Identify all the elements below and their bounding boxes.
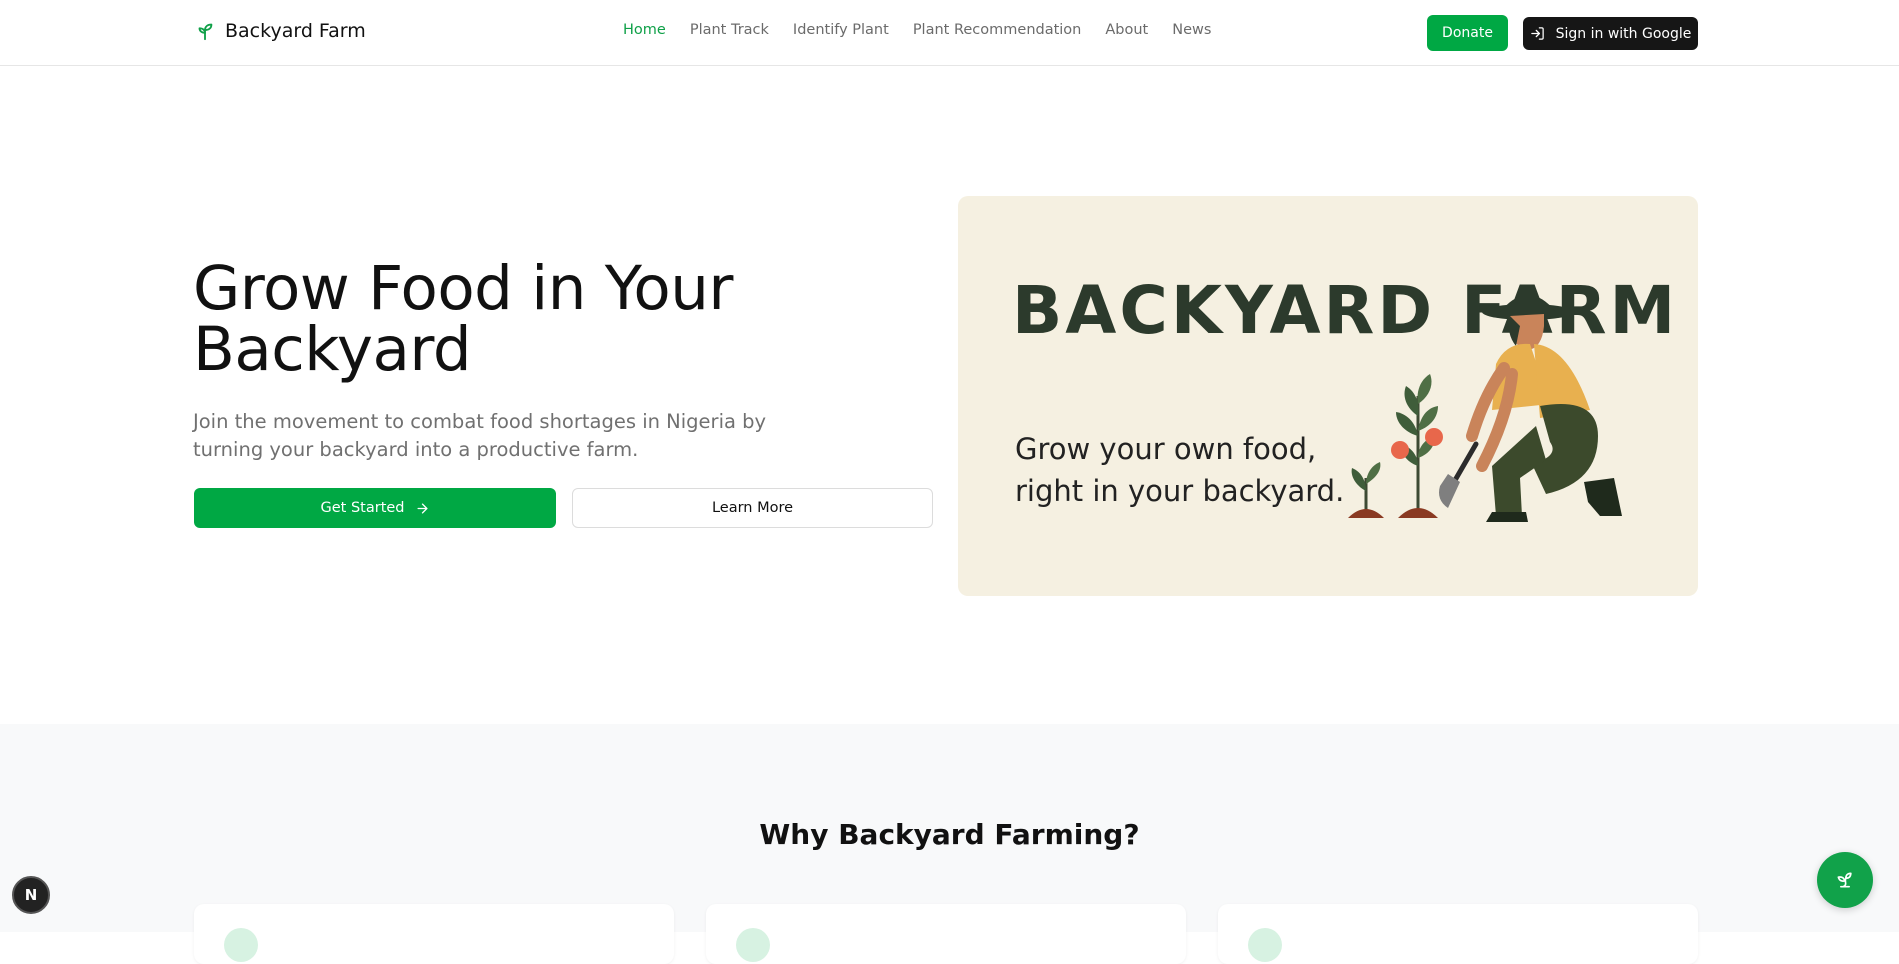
nav-plant-track[interactable]: Plant Track bbox=[690, 22, 769, 38]
small-plant-icon bbox=[1348, 462, 1384, 518]
feature-icon bbox=[736, 928, 770, 962]
feature-card bbox=[1218, 904, 1698, 964]
sign-in-google-button[interactable]: Sign in with Google bbox=[1523, 17, 1698, 50]
chat-assistant-button[interactable] bbox=[1817, 852, 1873, 908]
feature-icon bbox=[224, 928, 258, 962]
get-started-button[interactable]: Get Started bbox=[194, 488, 556, 528]
donate-button[interactable]: Donate bbox=[1427, 15, 1508, 51]
dev-tools-badge[interactable]: N bbox=[12, 876, 50, 914]
feature-icon bbox=[1248, 928, 1282, 962]
brand-name: Backyard Farm bbox=[225, 20, 366, 42]
nav-plant-recommendation[interactable]: Plant Recommendation bbox=[913, 22, 1082, 38]
trowel-icon bbox=[1439, 441, 1479, 508]
feature-card bbox=[706, 904, 1186, 964]
banner-tagline: Grow your own food, right in your backya… bbox=[1015, 432, 1345, 508]
sign-in-icon bbox=[1530, 27, 1544, 40]
nav-identify-plant[interactable]: Identify Plant bbox=[793, 22, 889, 38]
farmer-illustration bbox=[1348, 295, 1622, 522]
top-navbar: Backyard Farm Home Plant Track Identify … bbox=[0, 0, 1899, 66]
nav-home[interactable]: Home bbox=[623, 22, 666, 38]
arrow-right-icon bbox=[417, 503, 427, 513]
nav-about[interactable]: About bbox=[1105, 22, 1148, 38]
hero-banner-image: BACKYARD FARM Grow your own food, right … bbox=[958, 196, 1698, 596]
sprout-icon bbox=[198, 23, 213, 41]
nav-news[interactable]: News bbox=[1172, 22, 1211, 38]
brand-logo[interactable]: Backyard Farm bbox=[194, 20, 366, 42]
tomato-plant-icon bbox=[1391, 374, 1443, 518]
why-title: Why Backyard Farming? bbox=[759, 818, 1140, 851]
learn-more-button[interactable]: Learn More bbox=[572, 488, 933, 528]
hero-subtitle: Join the movement to combat food shortag… bbox=[193, 410, 767, 461]
feature-card bbox=[194, 904, 674, 964]
chat-sprout-icon bbox=[1837, 872, 1852, 888]
farmer-figure bbox=[1466, 295, 1622, 522]
hero-title: Grow Food in Your Backyard bbox=[193, 253, 734, 385]
main-menu: Home Plant Track Identify Plant Plant Re… bbox=[623, 22, 1235, 38]
get-started-label: Get Started bbox=[320, 500, 405, 516]
sign-in-label: Sign in with Google bbox=[1555, 25, 1692, 42]
